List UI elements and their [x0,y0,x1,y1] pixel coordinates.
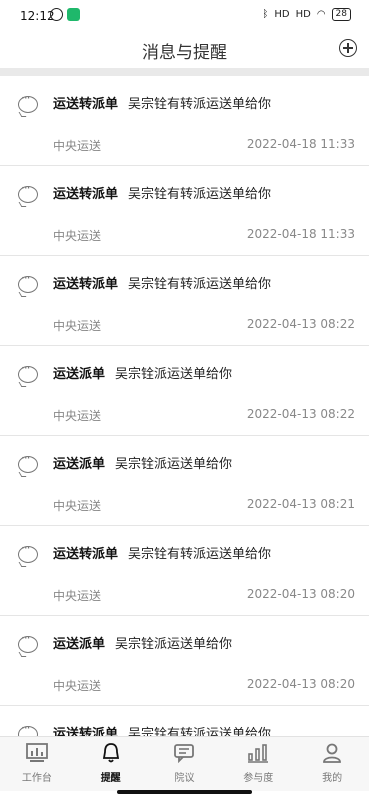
message-date: 2022-04-18 11:33 [246,227,355,241]
message-date: 2022-04-18 11:33 [246,137,355,151]
message-text: 吴宗铨派运送单给你 [115,367,233,382]
message-text: 吴宗铨有转派运送单给你 [128,727,272,736]
message-icon [18,721,38,736]
message-text: 吴宗铨派运送单给你 [115,457,233,472]
message-source: 中央运送 [53,409,102,423]
message-text: 吴宗铨有转派运送单给你 [128,547,272,562]
signal-2: HD [295,9,311,20]
message-type: 运送转派单 [53,187,119,202]
message-text: 吴宗铨有转派运送单给你 [128,277,272,292]
message-date: 2022-04-13 08:21 [246,497,355,511]
message-icon [18,451,38,473]
bluetooth-icon: ᛒ [262,9,269,20]
tab-label: 工作台 [21,773,52,784]
message-date: 2022-04-13 08:20 [246,677,355,691]
add-icon[interactable] [339,39,357,57]
message-icon [18,631,38,653]
list-item[interactable]: 运送派单吴宗铨派运送单给你中央运送 2022-04-13 08:21 [0,436,369,526]
bar-chart-icon [247,743,269,763]
message-source: 中央运送 [53,319,102,333]
message-date: 2022-04-13 08:22 [246,317,355,331]
message-icon [18,91,38,113]
header: 消息与提醒 [0,30,369,68]
tab-label: 院议 [174,773,195,784]
message-type: 运送派单 [53,457,106,472]
message-type: 运送派单 [53,367,106,382]
list-item[interactable]: 运送派单吴宗铨派运送单给你中央运送 2022-04-13 08:20 [0,616,369,706]
message-source: 中央运送 [53,589,102,603]
message-type: 运送转派单 [53,277,119,292]
tab-bell[interactable]: 提醒 [74,737,148,791]
message-date: 2022-04-13 08:22 [246,407,355,421]
tab-bar-chart[interactable]: 参与度 [221,737,295,791]
message-text: 吴宗铨派运送单给你 [115,637,233,652]
tab-chat[interactable]: 院议 [148,737,222,791]
list-item[interactable]: 运送转派单吴宗铨有转派运送单给你中央运送 2022-04-13 08:20 [0,526,369,616]
tab-user[interactable]: 我的 [295,737,369,791]
tab-dashboard[interactable]: 工作台 [0,737,74,791]
status-bar: 12:12 ᛒ HD HD ◠ 28 [0,0,369,30]
list-item[interactable]: 运送转派单吴宗铨有转派运送单给你中央运送 2022-04-18 11:33 [0,76,369,166]
wifi-icon: ◠ [316,9,326,20]
message-icon [18,181,38,203]
list-item[interactable]: 运送转派单吴宗铨有转派运送单给你 [0,706,369,736]
tab-label: 提醒 [100,773,121,784]
app-notification-icon [67,8,80,21]
tab-bar: 工作台 提醒 院议 参与度 我的 [0,736,369,791]
message-icon [18,271,38,293]
message-source: 中央运送 [53,499,102,513]
tab-label: 我的 [322,773,343,784]
message-icon [18,541,38,563]
list-item[interactable]: 运送转派单吴宗铨有转派运送单给你中央运送 2022-04-18 11:33 [0,166,369,256]
bell-icon [100,743,122,763]
alarm-icon [50,8,63,21]
signal-1: HD [274,9,290,20]
dashboard-icon [25,743,48,763]
status-right: ᛒ HD HD ◠ 28 [262,8,351,21]
tab-label: 参与度 [243,773,274,784]
message-date: 2022-04-13 08:20 [246,587,355,601]
header-divider [0,68,369,76]
home-indicator[interactable] [117,790,252,794]
message-type: 运送转派单 [53,547,119,562]
battery-indicator: 28 [331,8,351,21]
list-item[interactable]: 运送转派单吴宗铨有转派运送单给你中央运送 2022-04-13 08:22 [0,256,369,346]
message-type: 运送转派单 [53,727,119,736]
chat-icon [173,743,195,764]
message-list[interactable]: 运送转派单吴宗铨有转派运送单给你中央运送2022-04-18 11:33运送转派… [0,76,369,736]
message-type: 运送派单 [53,637,106,652]
message-source: 中央运送 [53,679,102,693]
message-icon [18,361,38,383]
message-source: 中央运送 [53,139,102,153]
message-type: 运送转派单 [53,97,119,112]
message-text: 吴宗铨有转派运送单给你 [128,97,272,112]
message-text: 吴宗铨有转派运送单给你 [128,187,272,202]
message-source: 中央运送 [53,229,102,243]
user-icon [321,743,343,763]
page-title: 消息与提醒 [142,43,227,63]
list-item[interactable]: 运送派单吴宗铨派运送单给你中央运送 2022-04-13 08:22 [0,346,369,436]
